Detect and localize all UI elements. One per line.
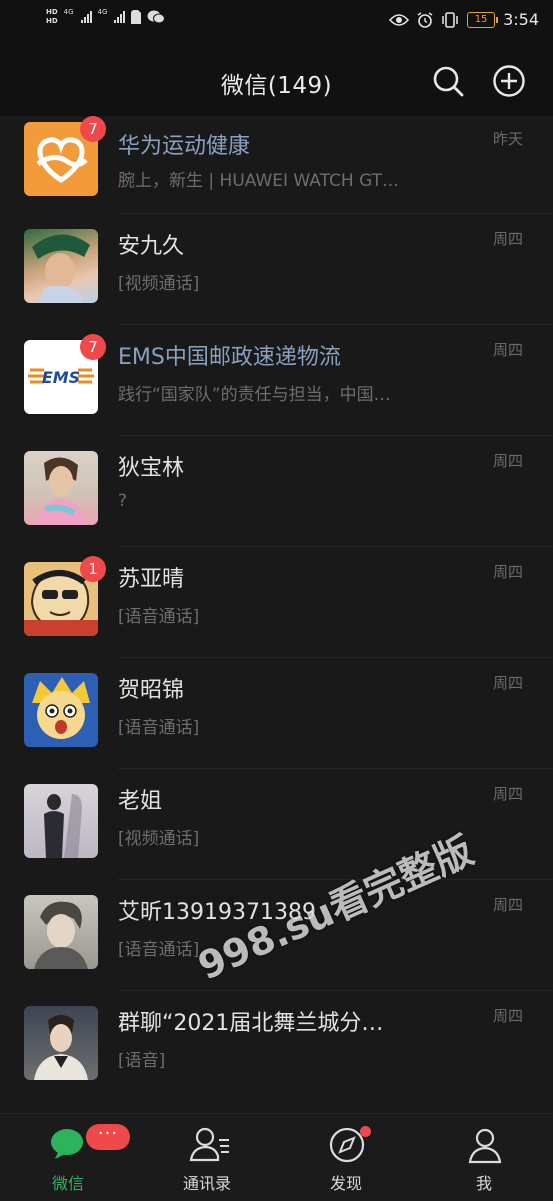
chat-row[interactable]: 7 华为运动健康 腕上，新生 | HUAWEI WATCH GT… 昨天 [0,116,553,214]
chat-time: 昨天 [492,130,523,148]
vibrate-icon [442,11,458,28]
tab-label: 发现 [329,1174,362,1193]
unread-badge: 7 [80,116,106,142]
notification-dot [360,1126,371,1137]
tab-label: 通讯录 [182,1174,231,1193]
tab-chats[interactable]: ··· 微信 [8,1114,130,1201]
chat-preview: [语音通话] [118,718,200,738]
unread-badge: 1 [80,556,106,582]
chat-preview: [视频通话] [118,274,200,294]
chat-preview: ? [118,491,128,511]
avatar [24,673,98,747]
chat-preview: [语音通话] [118,940,200,960]
tab-contacts[interactable]: 通讯录 [147,1114,267,1201]
chat-row[interactable]: 安九久 [视频通话] 周四 [0,214,553,325]
battery-level: 15 [474,13,488,25]
chat-time: 周四 [492,785,523,803]
contacts-icon [189,1127,229,1162]
chat-preview: 腕上，新生 | HUAWEI WATCH GT… [118,171,400,191]
chat-name: 群聊“2021届北舞兰城分… [118,1011,384,1036]
tab-discover[interactable]: 发现 [286,1114,406,1201]
chat-list: 7 华为运动健康 腕上，新生 | HUAWEI WATCH GT… 昨天 安九久… [0,116,553,1113]
chat-row[interactable]: 群聊“2021届北舞兰城分… [语音] 周四 [0,991,553,1102]
avatar [24,1006,98,1080]
sim-indicators: HD HD [46,8,58,26]
chat-name: 华为运动健康 [118,134,251,159]
network-type-2: 4G [97,8,108,16]
avatar [24,451,98,525]
sim2-label: HD [46,17,58,25]
avatar [24,784,98,858]
search-icon[interactable] [431,64,465,98]
chat-name: EMS中国邮政速递物流 [118,345,341,370]
ems-logo-text: EMS [42,368,80,387]
tab-label: 我 [475,1174,492,1193]
battery-icon: 15 [467,11,499,28]
unread-badge: ··· [86,1124,130,1150]
wechat-notification-icon [147,10,166,24]
avatar [24,895,98,969]
sim1-label: HD [46,8,58,16]
chat-row[interactable]: 贺昭锦 [语音通话] 周四 [0,658,553,769]
tab-label: 微信 [51,1174,84,1193]
signal-icon [80,11,92,23]
chat-time: 周四 [492,1007,523,1025]
app-header: 微信(149) [0,44,553,116]
chat-name: 苏亚晴 [118,567,185,592]
chat-name: 狄宝林 [118,456,185,481]
chat-name: 贺昭锦 [118,678,185,703]
bottom-tab-bar: ··· 微信 通讯录 发现 我 [0,1113,553,1201]
chat-time: 周四 [492,452,523,470]
person-icon [468,1128,502,1164]
avatar [24,229,98,303]
alarm-icon [417,11,433,28]
unread-badge: 7 [80,334,106,360]
chat-name: 老姐 [118,789,163,814]
clock: 3:54 [503,10,539,29]
chat-preview: [语音通话] [118,607,200,627]
sim-card-icon [131,10,142,24]
chat-name: 安九久 [118,234,185,259]
add-icon[interactable] [492,64,526,98]
chat-preview: [语音] [118,1051,166,1071]
signal-icon-2 [114,11,126,23]
chat-row[interactable]: 1 苏亚晴 [语音通话] 周四 [0,547,553,658]
chat-preview: [视频通话] [118,829,200,849]
chat-preview: 践行“国家队”的责任与担当，中国… [118,385,391,405]
chat-time: 周四 [492,230,523,248]
network-type-1: 4G [63,8,74,16]
page-title: 微信(149) [220,73,333,99]
tab-me[interactable]: 我 [424,1114,544,1201]
chat-time: 周四 [492,674,523,692]
status-bar: HD HD 4G 4G 15 3:54 [0,0,553,44]
chat-row[interactable]: 狄宝林 ? 周四 [0,436,553,547]
eye-icon [389,13,410,26]
chat-time: 周四 [492,896,523,914]
chat-bubbles-icon [51,1129,83,1159]
chat-row[interactable]: EMS 7 EMS中国邮政速递物流 践行“国家队”的责任与担当，中国… 周四 [0,325,553,436]
chat-time: 周四 [492,563,523,581]
chat-time: 周四 [492,341,523,359]
